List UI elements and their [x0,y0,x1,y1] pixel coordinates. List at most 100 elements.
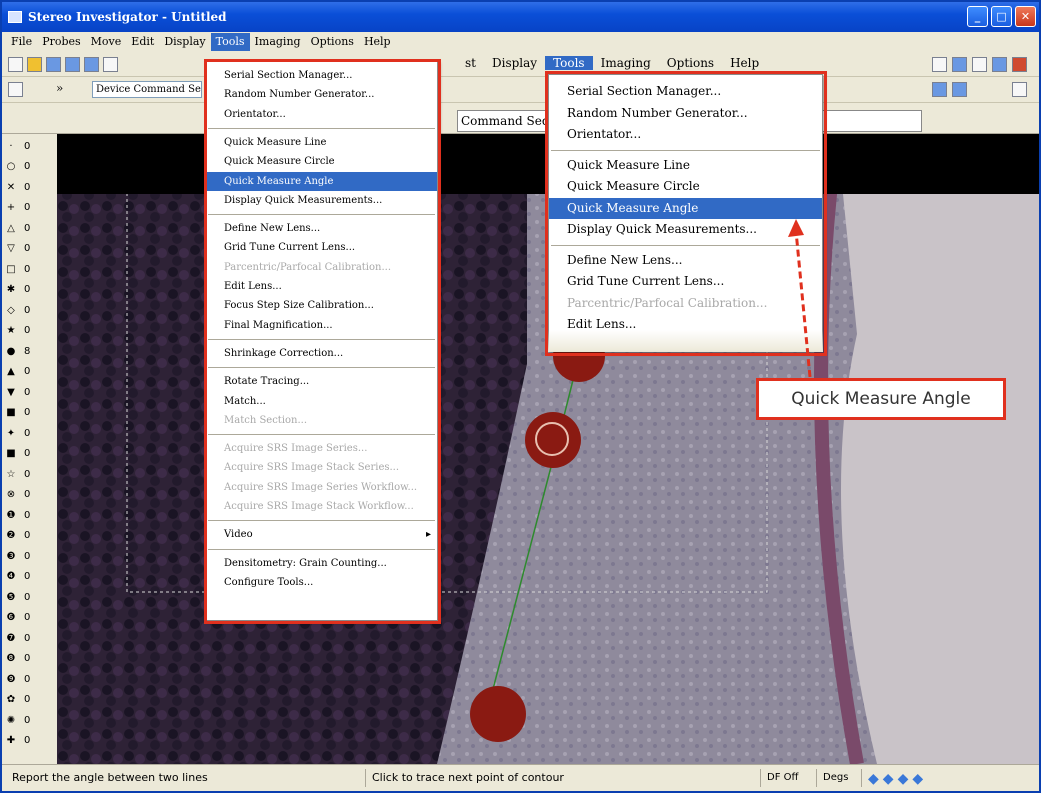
grid-icon[interactable] [1012,82,1027,97]
measure-point-1[interactable] [470,686,526,742]
marker-row[interactable]: ○ 0 [6,159,31,175]
open-folder-icon[interactable] [27,57,42,72]
text-tool-icon[interactable] [932,57,947,72]
zoom-menu-display[interactable]: Display [484,56,545,70]
toolbar-overflow-icon[interactable]: » [56,82,64,97]
zoom-menu-item-orientator[interactable]: Orientator... [549,124,822,146]
nav-down-icon[interactable]: ◆ [898,771,909,787]
marker-count: 0 [24,386,31,398]
marker-row[interactable]: ❾0 [6,671,31,687]
tools-menu-item-densitometry-grain-counting[interactable]: Densitometry: Grain Counting... [206,554,437,573]
export-icon[interactable] [84,57,99,72]
tools-menu-item-shrinkage-correction[interactable]: Shrinkage Correction... [206,344,437,363]
tools-menu-item-grid-tune-current-lens[interactable]: Grid Tune Current Lens... [206,238,437,257]
marker-row[interactable]: ❻0 [6,610,31,626]
tools-menu-item-final-magnification[interactable]: Final Magnification... [206,316,437,335]
marker-row[interactable]: ❷0 [6,528,31,544]
marker-row[interactable]: ● 8 [6,343,31,359]
zoom-menu-help[interactable]: Help [722,56,767,70]
marker-row[interactable]: ❽0 [6,651,31,667]
tools-menu-item-edit-lens[interactable]: Edit Lens... [206,277,437,296]
zoom-in-icon[interactable] [932,82,947,97]
minimize-button[interactable]: _ [967,6,988,27]
marker-row[interactable]: ✕ 0 [6,179,31,195]
zoom-menu-tools[interactable]: Tools [545,56,593,70]
marker-row[interactable]: ❼0 [6,630,31,646]
zoom-menu-options[interactable]: Options [659,56,722,70]
marker-row[interactable]: +0 [6,200,31,216]
nav-up-icon[interactable]: ◆ [883,771,894,787]
device-command-sequence[interactable]: Device Command Seq [92,81,202,98]
tools-menu-item-random-number-generator[interactable]: Random Number Generator... [206,85,437,104]
marker-row[interactable]: ▼ 0 [6,384,30,400]
marker-row[interactable]: ▽ 0 [6,241,30,257]
marker-row[interactable]: ▲ 0 [6,364,30,380]
zoom-menu-imaging[interactable]: Imaging [593,56,659,70]
tools-menu-item-configure-tools[interactable]: Configure Tools... [206,573,437,592]
save-icon[interactable] [46,57,61,72]
live-image-icon[interactable] [1012,57,1027,72]
menu-probes[interactable]: Probes [37,33,85,51]
tools-menu-item-quick-measure-angle[interactable]: Quick Measure Angle [206,171,437,191]
menu-help[interactable]: Help [359,33,396,51]
measure-point-2[interactable] [525,412,581,468]
marker-row[interactable]: ■ 0 [6,446,30,462]
marker-row[interactable]: ❺0 [6,589,31,605]
status-units[interactable]: Degs [817,769,862,787]
camera-icon[interactable] [972,57,987,72]
marker-row[interactable]: ❶0 [6,507,31,523]
menu-imaging[interactable]: Imaging [250,33,306,51]
menu-file[interactable]: File [6,33,37,51]
zoom-menu-item-random-number-generator[interactable]: Random Number Generator... [549,103,822,125]
frame-icon[interactable] [952,57,967,72]
print-icon[interactable] [103,57,118,72]
tools-menu-item-match[interactable]: Match... [206,392,437,411]
tools-menu-item-video[interactable]: Video [206,525,437,544]
zoom-menu-item-quick-measure-circle[interactable]: Quick Measure Circle [549,176,822,198]
zoom-menu-item-quick-measure-line[interactable]: Quick Measure Line [549,155,822,177]
tools-menu-item-focus-step-size-calibration[interactable]: Focus Step Size Calibration... [206,296,437,315]
status-df[interactable]: DF Off [761,769,817,787]
maximize-button[interactable]: □ [991,6,1012,27]
zoom-menu-item-quick-measure-angle[interactable]: Quick Measure Angle [549,197,822,219]
tools-menu-item-define-new-lens[interactable]: Define New Lens... [206,219,437,238]
menu-edit[interactable]: Edit [126,33,159,51]
marker-row[interactable]: ☆ 0 [6,466,31,482]
nav-right-icon[interactable]: ◆ [912,771,923,787]
marker-row[interactable]: ✺ 0 [6,712,31,728]
marker-row[interactable]: ❹0 [6,569,31,585]
menu-display[interactable]: Display [159,33,210,51]
marker-row[interactable]: ✚ 0 [6,733,31,749]
menu-tools[interactable]: Tools [210,33,250,51]
new-file-icon[interactable] [8,57,23,72]
save-data-icon[interactable] [65,57,80,72]
marker-row[interactable]: ★ 0 [6,323,31,339]
marker-row[interactable]: ✦ 0 [6,425,31,441]
marker-row[interactable]: □ 0 [6,261,30,277]
image-icon[interactable] [992,57,1007,72]
menu-options[interactable]: Options [306,33,359,51]
tools-menu-item-rotate-tracing[interactable]: Rotate Tracing... [206,372,437,391]
marker-row[interactable]: ■ 0 [6,405,30,421]
marker-row[interactable]: ✱ 0 [6,282,31,298]
tools-menu-item-display-quick-measurements[interactable]: Display Quick Measurements... [206,191,437,210]
menu-move[interactable]: Move [86,33,127,51]
title-bar[interactable]: Stereo Investigator - Untitled _ □ ✕ [2,2,1039,32]
zoom-command-sequence[interactable]: Command Seq [457,110,552,132]
zoom-out-icon[interactable] [952,82,967,97]
zoom-menu-item-serial-section-manager[interactable]: Serial Section Manager... [549,81,822,103]
close-button[interactable]: ✕ [1015,6,1036,27]
tools-menu-item-serial-section-manager[interactable]: Serial Section Manager... [206,66,437,85]
zoom-menu-st[interactable]: st [457,56,484,70]
tools-menu-item-quick-measure-line[interactable]: Quick Measure Line [206,133,437,152]
tools-menu-item-orientator[interactable]: Orientator... [206,105,437,124]
nav-left-icon[interactable]: ◆ [868,771,879,787]
marker-row[interactable]: ❸0 [6,548,31,564]
pointer-icon[interactable] [8,82,23,97]
marker-row[interactable]: ✿ 0 [6,692,31,708]
marker-row[interactable]: △ 0 [6,220,30,236]
marker-row[interactable]: · 0 [6,138,30,154]
marker-row[interactable]: ◇ 0 [6,302,30,318]
tools-menu-item-quick-measure-circle[interactable]: Quick Measure Circle [206,152,437,171]
marker-row[interactable]: ⊗ 0 [6,487,31,503]
